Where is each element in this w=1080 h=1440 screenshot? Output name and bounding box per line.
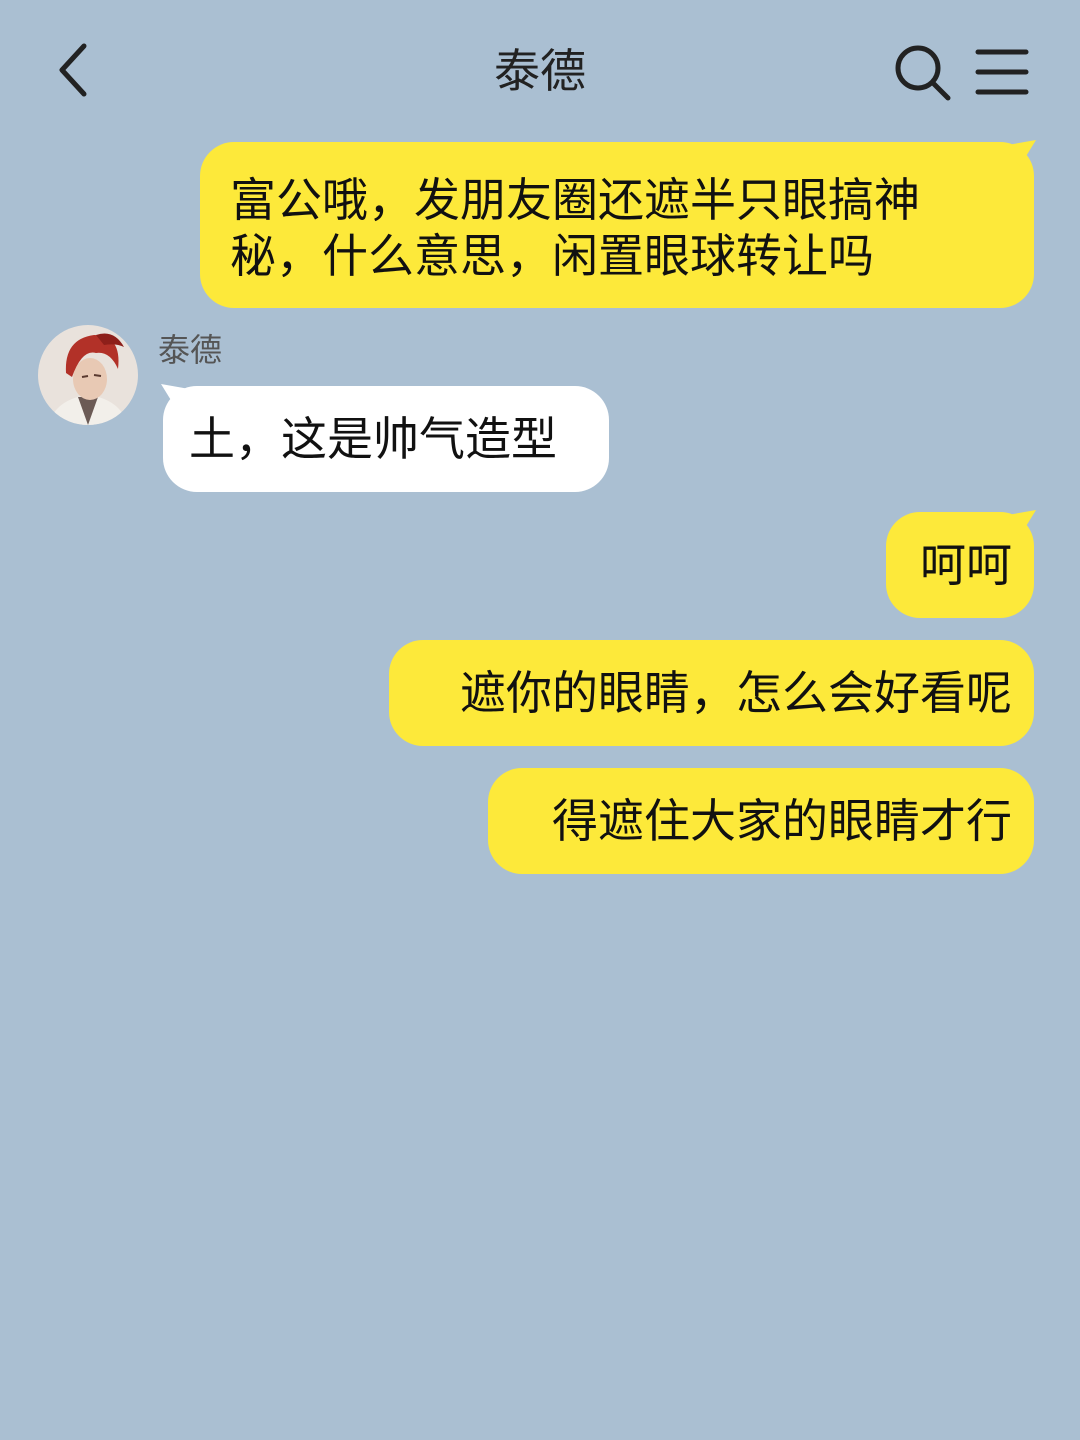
contact-avatar[interactable] <box>38 325 138 425</box>
outgoing-message-bubble[interactable]: 得遮住大家的眼睛才行 <box>488 768 1034 874</box>
message-text: 得遮住大家的眼睛才行 <box>552 794 1012 848</box>
bubble-tail <box>1002 140 1036 166</box>
message-text: 土，这是帅气造型 <box>189 412 557 466</box>
hamburger-menu-icon <box>975 49 1029 95</box>
search-icon <box>895 45 951 101</box>
message-text: 遮你的眼睛，怎么会好看呢 <box>460 666 1012 720</box>
sender-name: 泰德 <box>158 331 223 369</box>
message-text: 呵呵 <box>920 538 1012 592</box>
top-bar: 泰德 <box>0 0 1080 140</box>
outgoing-message-bubble[interactable]: 遮你的眼睛，怎么会好看呢 <box>389 640 1034 746</box>
bubble-tail <box>1002 510 1036 536</box>
message-text-line: 富公哦，发朋友圈还遮半只眼搞神 <box>230 173 920 227</box>
outgoing-message-bubble[interactable]: 呵呵 <box>886 510 1036 618</box>
incoming-message-bubble[interactable]: 土，这是帅气造型 <box>161 384 609 492</box>
message-text-line: 秘，什么意思，闲置眼球转让吗 <box>230 229 874 283</box>
menu-button[interactable] <box>972 42 1032 102</box>
avatar-portrait-image <box>38 325 138 425</box>
bubble-tail <box>161 384 195 410</box>
outgoing-message-bubble[interactable]: 富公哦，发朋友圈还遮半只眼搞神 秘，什么意思，闲置眼球转让吗 <box>200 140 1036 308</box>
search-button[interactable] <box>890 40 954 104</box>
